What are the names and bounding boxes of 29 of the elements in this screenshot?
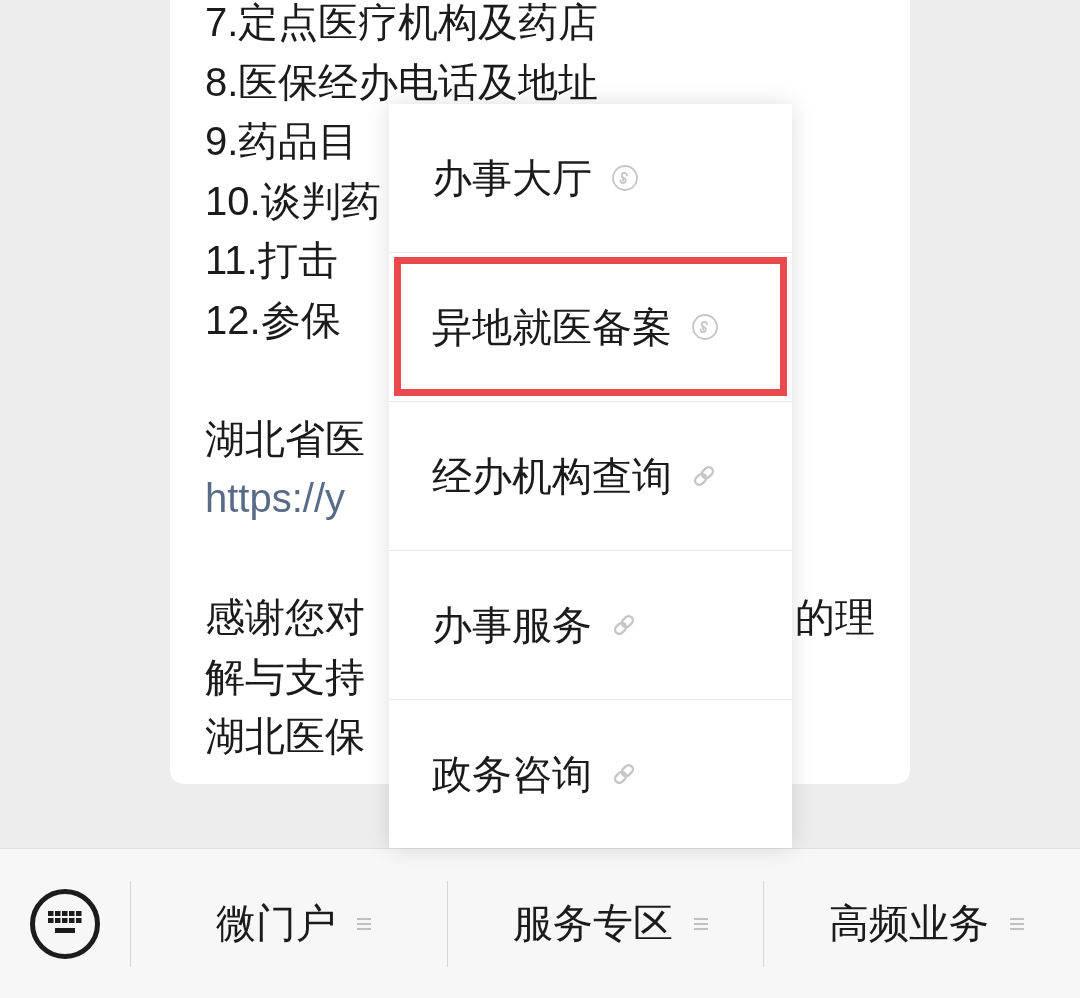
message-text: 9.药品目 xyxy=(205,119,359,163)
menu-item[interactable]: 政务咨询 xyxy=(389,699,792,848)
message-text: 8.医保经办电话及地址 xyxy=(205,59,599,104)
link-text[interactable]: https://y xyxy=(205,476,346,520)
message-text: 湖北医保 xyxy=(205,714,365,758)
message-text: 的理 xyxy=(795,595,875,639)
menu-tab[interactable]: 微门户 xyxy=(131,849,447,998)
menu-item[interactable]: 经办机构查询 xyxy=(389,401,792,550)
message-text: 感谢您对 xyxy=(205,595,365,639)
chain-link-icon xyxy=(692,464,716,488)
message-text: 湖北省医 xyxy=(205,416,365,461)
menu-tab[interactable]: 高频业务 xyxy=(764,849,1080,998)
menu-item[interactable]: 办事大厅 xyxy=(389,104,792,252)
mini-program-icon xyxy=(692,314,718,340)
chain-link-icon xyxy=(612,613,636,637)
message-text: 10.谈判药 xyxy=(205,178,381,223)
message-text: 7.定点医疗机构及药店 xyxy=(205,0,599,44)
mini-program-icon xyxy=(612,165,638,191)
menu-item[interactable]: 办事服务 xyxy=(389,550,792,699)
menu-icon xyxy=(692,915,709,932)
message-text: 12.参保 xyxy=(205,297,341,342)
message-text: 解与支持 xyxy=(205,654,365,699)
menu-icon xyxy=(355,915,372,932)
menu-item[interactable]: 异地就医备案 xyxy=(389,252,792,401)
menu-icon xyxy=(1009,915,1026,932)
message-text: 11.打击 xyxy=(205,238,338,282)
keyboard-icon[interactable] xyxy=(30,888,100,959)
menu-tab[interactable]: 服务专区 xyxy=(447,849,764,998)
chain-link-icon xyxy=(612,762,636,786)
